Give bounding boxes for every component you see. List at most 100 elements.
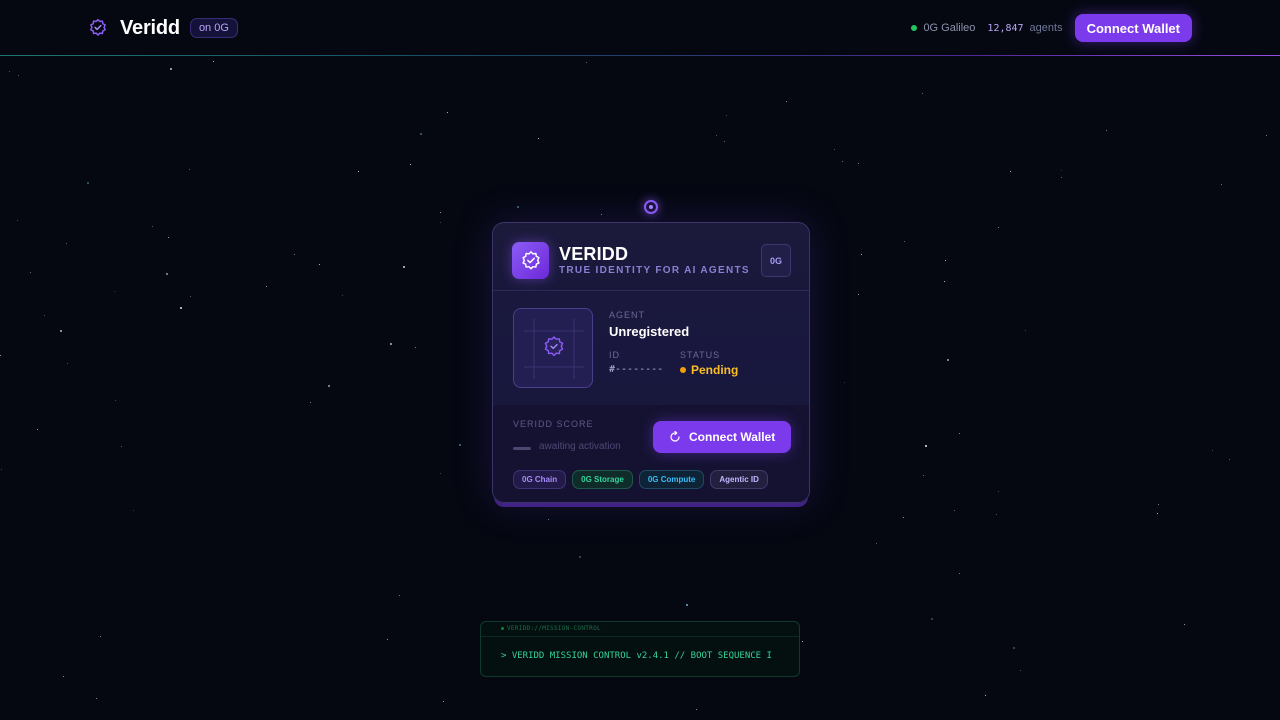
card-tagline: TRUE IDENTITY FOR AI AGENTS bbox=[559, 265, 750, 276]
star bbox=[358, 171, 359, 172]
star bbox=[189, 169, 190, 170]
agents-label: agents bbox=[1029, 22, 1063, 34]
score-section: VERIDD SCORE awaiting activation Connect… bbox=[493, 405, 809, 502]
star bbox=[1020, 670, 1021, 671]
star bbox=[923, 475, 924, 476]
star bbox=[903, 517, 904, 518]
agent-label: AGENT bbox=[609, 310, 646, 320]
tag-0g-storage: 0G Storage bbox=[572, 470, 633, 489]
star bbox=[1221, 184, 1222, 185]
star bbox=[403, 266, 405, 268]
star bbox=[319, 264, 320, 265]
star bbox=[985, 695, 986, 696]
connect-wallet-button[interactable]: Connect Wallet bbox=[1074, 14, 1192, 42]
star bbox=[96, 698, 97, 699]
star bbox=[947, 359, 949, 361]
tag-0g-compute: 0G Compute bbox=[638, 470, 705, 489]
orbit-node-icon bbox=[644, 200, 658, 214]
star bbox=[66, 243, 67, 244]
identity-card: VERIDD TRUE IDENTITY FOR AI AGENTS 0G AG… bbox=[492, 222, 810, 503]
star bbox=[1061, 177, 1062, 178]
top-navbar: Veridd on 0G 0G Galileo 12,847 agents Co… bbox=[0, 0, 1280, 56]
star bbox=[387, 639, 388, 640]
star bbox=[115, 400, 116, 401]
star bbox=[996, 514, 997, 515]
star bbox=[30, 272, 31, 273]
star bbox=[447, 112, 448, 113]
star bbox=[1157, 513, 1158, 514]
card-logo bbox=[512, 242, 549, 279]
star bbox=[998, 227, 999, 228]
star bbox=[696, 709, 697, 710]
star bbox=[443, 701, 444, 702]
status-dot-icon bbox=[911, 25, 918, 31]
agent-info: AGENT Unregistered ID #-------- STATUS P… bbox=[493, 292, 809, 405]
star bbox=[133, 510, 134, 511]
star bbox=[1158, 504, 1159, 505]
tag-list: 0G Chain 0G Storage 0G Compute Agentic I… bbox=[513, 470, 768, 489]
star bbox=[100, 636, 101, 637]
card-header: VERIDD TRUE IDENTITY FOR AI AGENTS 0G bbox=[493, 223, 809, 291]
star bbox=[410, 164, 411, 165]
star bbox=[415, 347, 416, 348]
star bbox=[440, 222, 441, 223]
terminal-title-text: VERIDD://MISSION-CONTROL bbox=[507, 625, 601, 632]
star bbox=[1, 469, 2, 470]
star bbox=[17, 220, 18, 221]
star bbox=[931, 618, 933, 620]
star bbox=[786, 101, 787, 102]
star bbox=[168, 237, 169, 238]
star bbox=[579, 556, 581, 558]
star bbox=[190, 296, 191, 297]
star bbox=[954, 510, 955, 511]
star bbox=[310, 402, 311, 403]
star bbox=[1010, 171, 1011, 172]
agents-counter: 12,847 agents bbox=[987, 22, 1062, 34]
star bbox=[459, 444, 461, 446]
star bbox=[876, 543, 877, 544]
status-badge: Pending bbox=[680, 363, 738, 377]
star bbox=[420, 133, 422, 135]
brand[interactable]: Veridd on 0G bbox=[88, 17, 238, 40]
star bbox=[87, 182, 89, 184]
star bbox=[399, 595, 400, 596]
star bbox=[67, 363, 68, 364]
star bbox=[342, 295, 343, 296]
star bbox=[858, 163, 859, 164]
star bbox=[842, 161, 843, 162]
brand-name: Veridd bbox=[120, 16, 180, 39]
star bbox=[802, 641, 803, 642]
star bbox=[1266, 135, 1267, 136]
star bbox=[538, 138, 539, 139]
star bbox=[440, 473, 441, 474]
network-indicator: 0G Galileo bbox=[911, 22, 975, 34]
id-value: #-------- bbox=[609, 364, 664, 375]
status-label: STATUS bbox=[680, 350, 721, 360]
chain-chip: 0G bbox=[761, 244, 791, 277]
card-connect-wallet-button[interactable]: Connect Wallet bbox=[653, 421, 792, 453]
id-label: ID bbox=[609, 350, 620, 360]
star bbox=[213, 61, 214, 62]
star bbox=[959, 433, 960, 434]
status-dot-icon bbox=[501, 627, 504, 630]
network-name: 0G Galileo bbox=[923, 22, 976, 34]
star bbox=[548, 519, 549, 520]
score-bar bbox=[513, 447, 531, 450]
star bbox=[1025, 330, 1026, 331]
star bbox=[1061, 170, 1062, 171]
terminal-line: > VERIDD MISSION CONTROL v2.4.1 // BOOT … bbox=[501, 651, 772, 661]
star bbox=[922, 93, 923, 94]
score-label: VERIDD SCORE bbox=[513, 419, 594, 429]
star bbox=[998, 491, 999, 492]
star bbox=[1184, 624, 1185, 625]
agent-name: Unregistered bbox=[609, 324, 690, 339]
star bbox=[834, 149, 835, 150]
star bbox=[517, 206, 519, 208]
agents-count: 12,847 bbox=[987, 22, 1024, 34]
star bbox=[114, 291, 115, 292]
star bbox=[166, 273, 168, 275]
star bbox=[944, 281, 945, 282]
star bbox=[925, 445, 927, 447]
verified-badge-icon bbox=[90, 18, 106, 36]
star bbox=[1212, 450, 1213, 451]
